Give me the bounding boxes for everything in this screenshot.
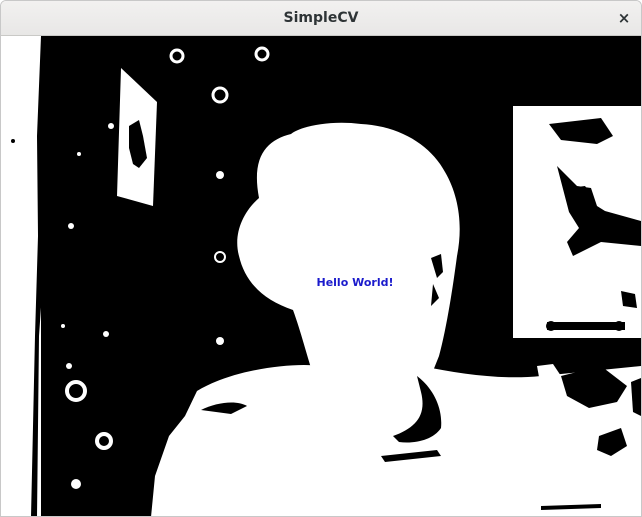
noise-speck	[11, 139, 15, 143]
poster-detail	[614, 321, 624, 331]
noise-speck	[108, 123, 114, 129]
noise-speck	[61, 324, 65, 328]
window-title: SimpleCV	[283, 10, 359, 26]
image-viewport[interactable]: Hello World!	[1, 36, 641, 516]
noise-speck	[77, 152, 81, 156]
hello-world-label: Hello World!	[316, 276, 394, 289]
noise-speck	[66, 363, 72, 369]
title-bar[interactable]: SimpleCV ×	[1, 1, 641, 36]
pin-dot	[103, 331, 109, 337]
desk-object-shadow	[576, 365, 594, 383]
noise-speck	[68, 223, 74, 229]
pin-dot	[216, 171, 224, 179]
pin-dot	[71, 479, 81, 489]
poster-detail	[547, 322, 625, 330]
pin-dot	[216, 337, 224, 345]
app-window: SimpleCV × Hello World!	[0, 0, 642, 517]
poster-detail	[546, 321, 556, 331]
close-icon[interactable]: ×	[615, 9, 633, 27]
